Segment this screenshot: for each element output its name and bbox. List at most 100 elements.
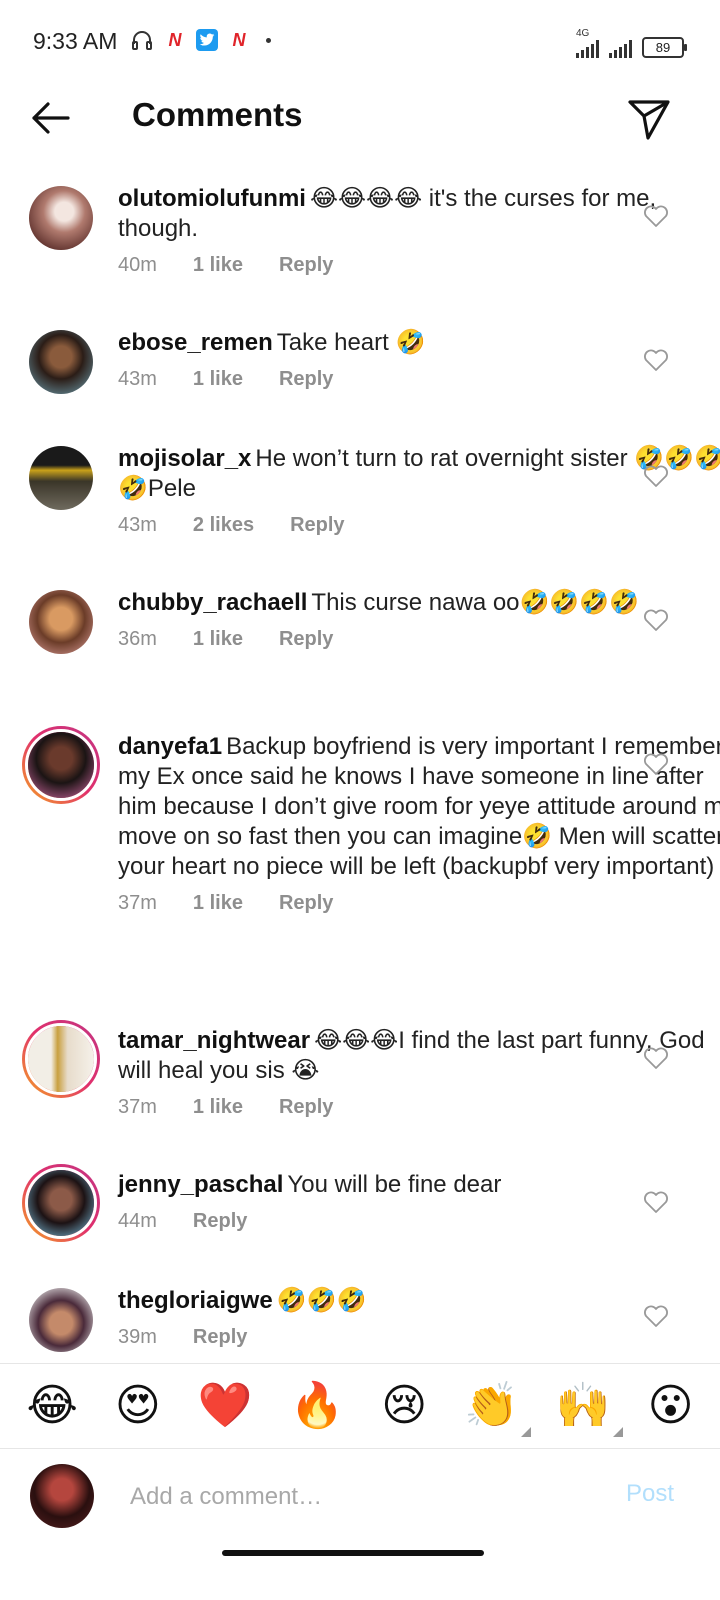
reply-button[interactable]: Reply <box>193 1326 247 1349</box>
header: Comments <box>0 86 720 156</box>
comment-item: tamar_nightwear 😂😂😂I find the last part f… <box>0 1012 720 1119</box>
heart-icon[interactable] <box>643 1304 669 1328</box>
avatar[interactable] <box>29 330 93 394</box>
emoji-surprised-button[interactable]: 😮 <box>648 1381 694 1431</box>
comment-meta: 37m 1 like Reply <box>118 892 720 915</box>
comment-body: jenny_paschal You will be fine dear <box>118 1170 720 1200</box>
comment-item: danyefa1 Backup boyfriend is very importa… <box>0 718 720 915</box>
emoji-raised-hands-glyph: 🙌 <box>555 1381 611 1430</box>
avatar[interactable] <box>29 590 93 654</box>
comment-username[interactable]: thegloriaigwe <box>118 1287 273 1314</box>
comment-likes[interactable]: 1 like <box>193 254 243 277</box>
reply-button[interactable]: Reply <box>279 628 333 651</box>
emoji-clap-glyph: 👏 <box>464 1381 519 1430</box>
comment-likes[interactable]: 2 likes <box>193 514 254 537</box>
avatar[interactable] <box>29 1288 93 1352</box>
comment-username[interactable]: olutomiolufunmi <box>118 185 306 212</box>
emoji-laughing-button[interactable]: 😂 <box>26 1381 77 1431</box>
comment-body: olutomiolufunmi 😂😂😂😂 it's the curses for … <box>118 184 720 244</box>
comment-text: 🤣🤣🤣 <box>276 1287 367 1314</box>
comment-input[interactable] <box>128 1472 592 1522</box>
comment-time: 43m <box>118 368 157 390</box>
signal-icon <box>609 40 632 58</box>
comment-username[interactable]: danyefa1 <box>118 733 222 760</box>
comment-likes[interactable]: 1 like <box>193 892 243 915</box>
reply-button[interactable]: Reply <box>279 1096 333 1119</box>
heart-icon[interactable] <box>643 348 669 372</box>
comment-body: mojisolar_x He won’t turn to rat overnigh… <box>118 444 720 504</box>
network-type: 4G <box>576 28 590 39</box>
avatar[interactable] <box>29 186 93 250</box>
comment-item: mojisolar_x He won’t turn to rat overnigh… <box>0 430 720 537</box>
emoji-fire-button[interactable]: 🔥 <box>289 1381 344 1431</box>
heart-icon[interactable] <box>643 464 669 488</box>
heart-icon[interactable] <box>643 608 669 632</box>
comment-body: ebose_remen Take heart 🤣 <box>118 328 720 358</box>
avatar[interactable] <box>22 1164 100 1242</box>
emoji-raised-hands-button[interactable]: 🙌 <box>555 1381 623 1437</box>
skin-tone-indicator <box>612 1427 623 1437</box>
status-bar: 9:33 AM N N 4G 89 <box>0 0 720 86</box>
comment-username[interactable]: ebose_remen <box>118 329 273 356</box>
comment-meta: 40m 1 like Reply <box>118 254 720 277</box>
notification-icons: N N <box>130 28 271 52</box>
post-button[interactable]: Post <box>626 1480 674 1508</box>
comment-username[interactable]: tamar_nightwear <box>118 1027 310 1054</box>
comment-meta: 36m 1 like Reply <box>118 628 720 651</box>
comment-body: thegloriaigwe 🤣🤣🤣 <box>118 1286 720 1316</box>
heart-icon[interactable] <box>643 752 669 776</box>
comment-body: danyefa1 Backup boyfriend is very importa… <box>118 732 720 882</box>
emoji-crying-button[interactable]: 😢 <box>381 1381 427 1431</box>
heart-icon[interactable] <box>643 204 669 228</box>
battery-level: 89 <box>655 40 671 55</box>
my-avatar <box>30 1464 94 1528</box>
comment-item: ebose_remen Take heart 🤣 43m 1 like Reply <box>0 314 720 394</box>
comment-meta: 43m 2 likes Reply <box>118 514 720 537</box>
paper-plane-icon[interactable] <box>626 96 672 142</box>
avatar[interactable] <box>22 726 100 804</box>
comment-item: thegloriaigwe 🤣🤣🤣 39m Reply <box>0 1272 720 1352</box>
dot-icon <box>266 37 271 43</box>
comment-meta: 43m 1 like Reply <box>118 368 720 391</box>
comment-item: jenny_paschal You will be fine dear 44m R… <box>0 1156 720 1242</box>
back-arrow-icon[interactable] <box>28 98 72 138</box>
comment-item: olutomiolufunmi 😂😂😂😂 it's the curses for … <box>0 170 720 277</box>
reply-button[interactable]: Reply <box>279 254 333 277</box>
comment-likes[interactable]: 1 like <box>193 628 243 651</box>
reply-button[interactable]: Reply <box>279 368 333 391</box>
reply-button[interactable]: Reply <box>290 514 344 537</box>
comment-time: 39m <box>118 1326 157 1348</box>
comment-time: 40m <box>118 254 157 276</box>
comment-body: chubby_rachaell This curse nawa oo🤣🤣🤣🤣 <box>118 588 720 618</box>
comment-time: 44m <box>118 1210 157 1232</box>
n-app-icon: N <box>168 29 182 50</box>
emoji-red-heart-button[interactable]: ❤️ <box>198 1381 253 1431</box>
comment-username[interactable]: jenny_paschal <box>118 1171 283 1198</box>
avatar[interactable] <box>29 446 93 510</box>
comment-likes[interactable]: 1 like <box>193 368 243 391</box>
comment-username[interactable]: chubby_rachaell <box>118 589 307 616</box>
skin-tone-indicator <box>520 1427 531 1437</box>
avatar[interactable] <box>22 1020 100 1098</box>
status-right: 4G 89 <box>576 28 687 58</box>
comment-text: This curse nawa oo🤣🤣🤣🤣 <box>311 589 640 616</box>
page-title: Comments <box>132 96 303 133</box>
emoji-clap-button[interactable]: 👏 <box>464 1381 531 1437</box>
comment-meta: 39m Reply <box>118 1326 720 1349</box>
emoji-heart-eyes-button[interactable]: 😍 <box>115 1381 161 1431</box>
signal-4g-icon: 4G <box>576 28 599 58</box>
comment-text: Take heart 🤣 <box>276 329 426 356</box>
heart-icon[interactable] <box>643 1046 669 1070</box>
home-indicator[interactable] <box>222 1550 484 1556</box>
battery-icon: 89 <box>642 37 687 58</box>
reply-button[interactable]: Reply <box>279 892 333 915</box>
comment-text: You will be fine dear <box>287 1171 502 1198</box>
heart-icon[interactable] <box>643 1190 669 1214</box>
comments-list[interactable]: olutomiolufunmi 😂😂😂😂 it's the curses for … <box>0 170 720 1385</box>
comment-time: 37m <box>118 892 157 914</box>
n-app-icon: N <box>232 29 246 50</box>
comment-likes[interactable]: 1 like <box>193 1096 243 1119</box>
comment-composer: Post <box>0 1450 720 1560</box>
comment-username[interactable]: mojisolar_x <box>118 445 251 472</box>
reply-button[interactable]: Reply <box>193 1210 247 1233</box>
